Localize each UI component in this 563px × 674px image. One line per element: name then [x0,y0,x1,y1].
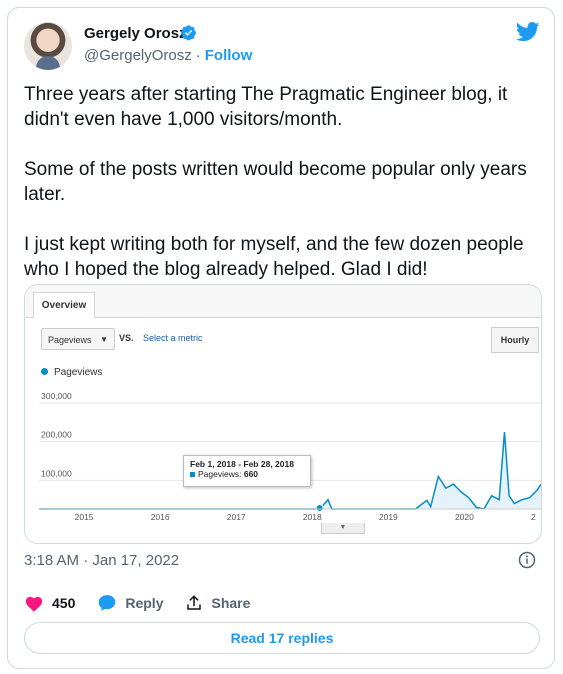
y-tick-label: 200,000 [41,430,72,440]
likes-count: 450 [52,595,76,611]
reply-label: Reply [125,595,164,611]
author-name[interactable]: Gergely Orosz [84,25,187,42]
x-tick-label: 2017 [227,512,246,521]
chart-legend: Pageviews [41,367,102,378]
tab-overview[interactable]: Overview [33,292,95,318]
chart-tooltip: Feb 1, 2018 - Feb 28, 2018 Pageviews: 66… [183,455,311,487]
engagement-bar: 450 Reply Share [24,592,272,614]
vs-label: VS. [119,333,134,343]
legend-label: Pageviews [54,367,103,378]
share-button[interactable]: Share [185,594,250,612]
read-replies-button[interactable]: Read 17 replies [24,622,540,654]
heart-icon [25,596,43,612]
tooltip-label: Pageviews: [198,469,242,479]
x-tick-label: 2019 [379,512,398,521]
speech-bubble-icon [99,595,116,611]
info-icon[interactable] [518,551,536,569]
tweet-paragraph: I just kept writing both for myself, and… [24,234,524,280]
pageviews-chart: 300,000 200,000 100,000 2015 2016 2017 2018 201… [39,391,541,521]
metric-select-value: Pageviews [48,335,92,345]
x-tick-label: 2016 [151,512,170,521]
tweet-timestamp[interactable]: 3:18 AM · Jan 17, 2022 [24,552,179,569]
author-handle-line: @GergelyOrosz · Follow [84,47,252,64]
y-tick-label: 300,000 [41,391,72,401]
like-button[interactable]: 450 [24,594,75,612]
y-tick-label: 100,000 [41,468,72,478]
analytics-screenshot[interactable]: Overview Pageviews ▼ VS. Select a metric… [24,284,542,544]
x-tick-label: 2015 [75,512,94,521]
x-tick-label: 2020 [455,512,474,521]
x-tick-label: 2 [531,512,536,521]
tweet-paragraph: Three years after starting The Pragmatic… [24,84,508,130]
verified-badge-icon [181,25,196,41]
tweet-text: Three years after starting The Pragmatic… [24,82,544,307]
metric-select[interactable]: Pageviews ▼ [41,328,115,350]
tooltip-series-icon [190,472,195,478]
share-arrow-icon [187,595,202,610]
separator: · [195,47,201,64]
chevron-down-icon: ▼ [100,335,108,344]
legend-dot-icon [41,368,48,375]
analytics-tabbar: Overview [25,285,541,318]
share-label: Share [211,595,251,611]
tooltip-value: 660 [243,469,259,479]
x-tick-label: 2018 [303,512,322,521]
chart-expand-handle[interactable]: ▼ [321,523,365,534]
tooltip-date: Feb 1, 2018 - Feb 28, 2018 [190,459,294,469]
tweet-paragraph: Some of the posts written would become p… [24,159,527,205]
reply-button[interactable]: Reply [97,593,163,613]
hourly-button[interactable]: Hourly [491,327,539,353]
follow-link[interactable]: Follow [205,47,253,64]
highlighted-point [315,504,324,512]
twitter-bird-icon[interactable] [516,22,540,42]
select-metric-link[interactable]: Select a metric [143,333,203,343]
author-handle[interactable]: @GergelyOrosz [84,47,192,64]
avatar[interactable] [24,22,72,70]
